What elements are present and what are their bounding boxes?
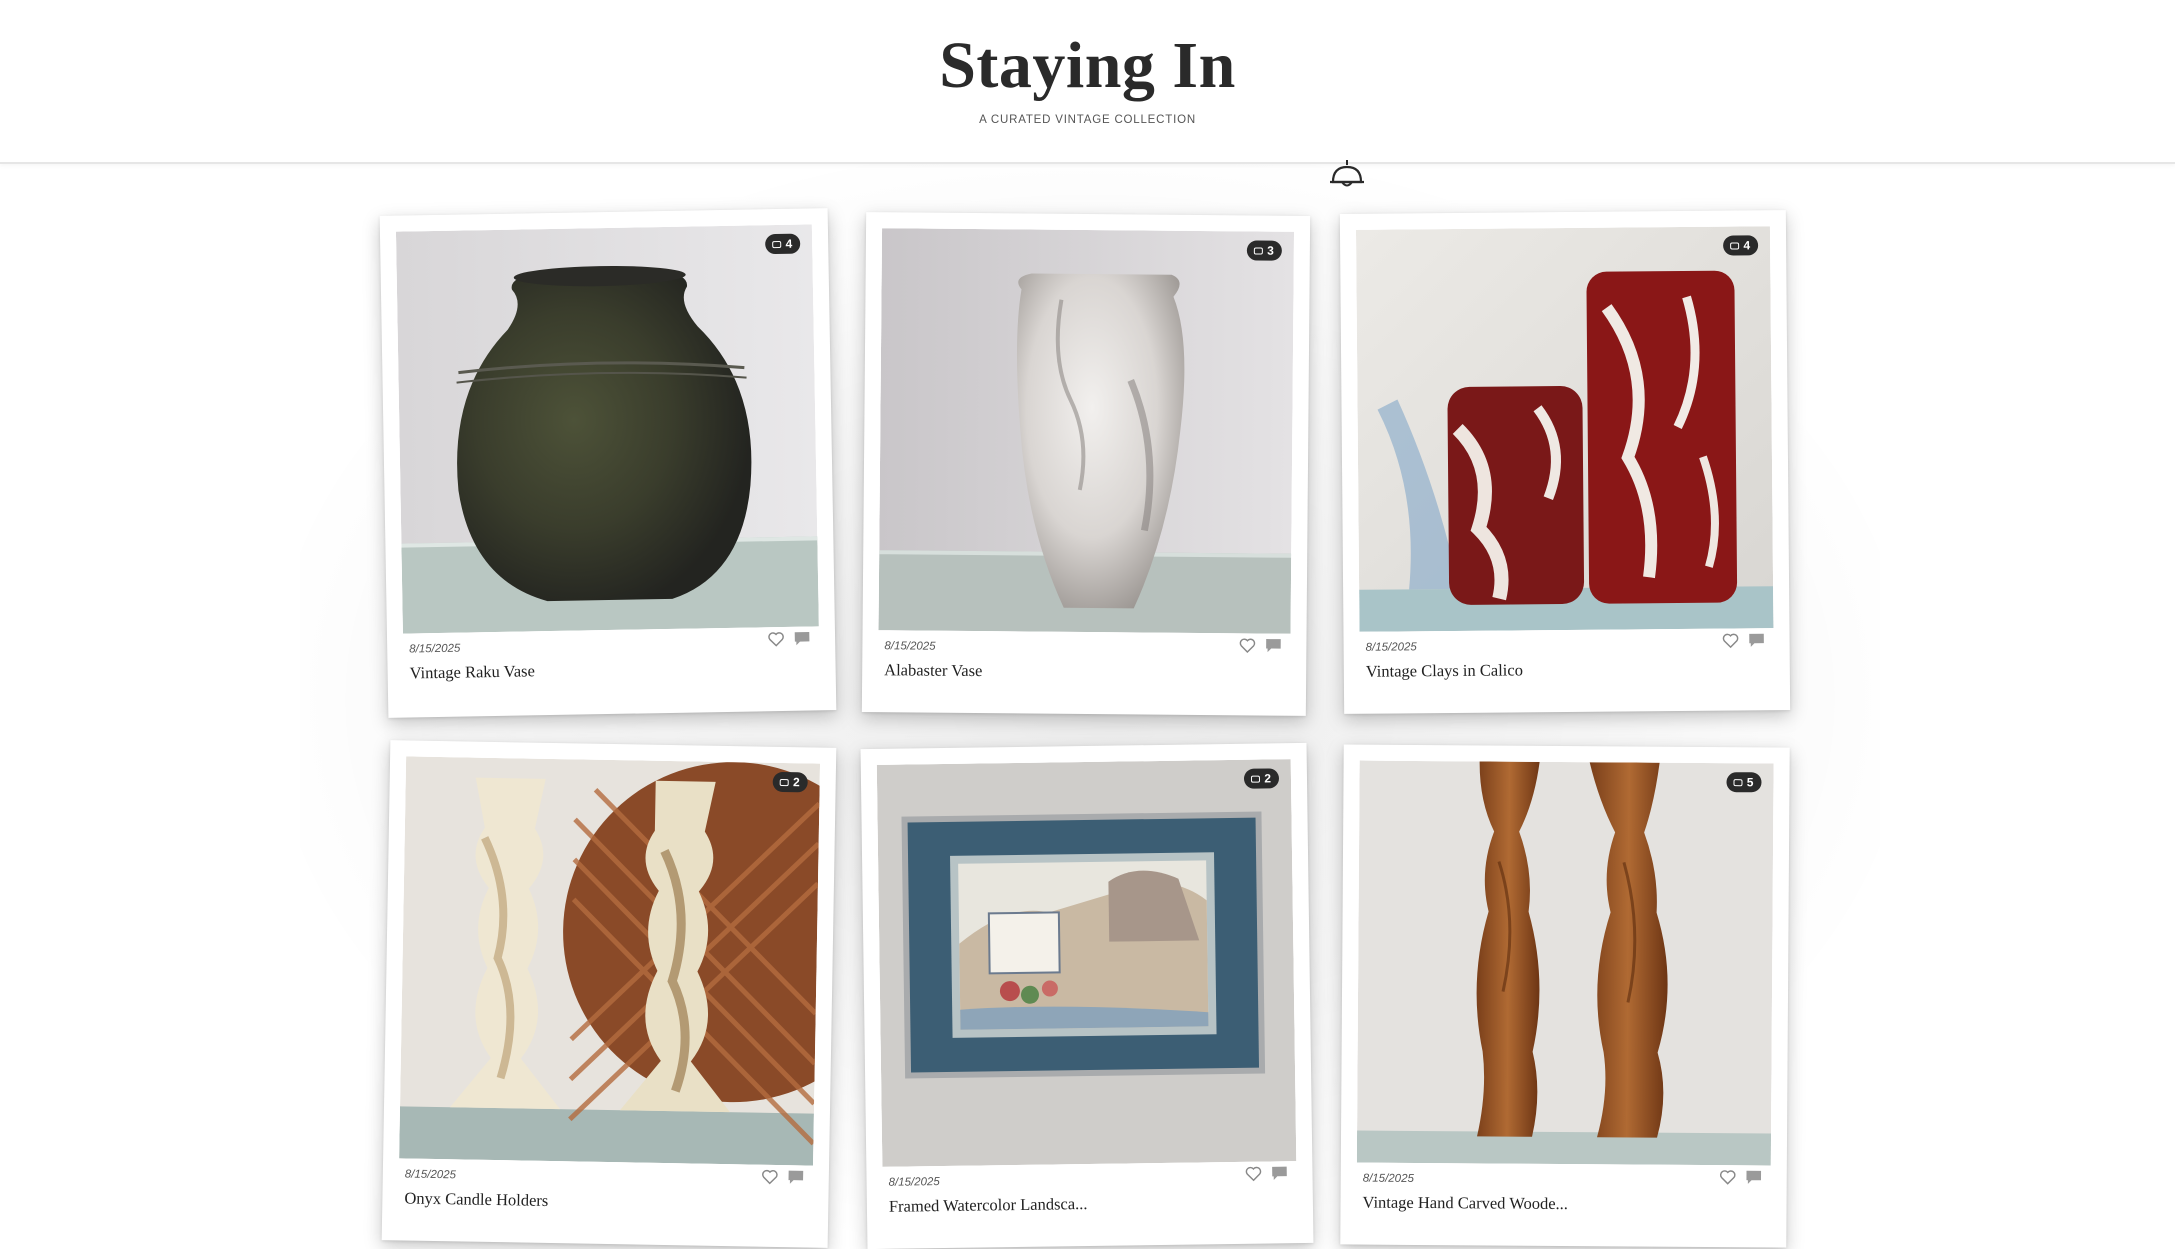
heart-outline-icon[interactable] bbox=[1244, 1166, 1262, 1182]
item-title[interactable]: Vintage Hand Carved Woode... bbox=[1362, 1193, 1568, 1214]
photo-count-badge: 2 bbox=[772, 771, 808, 793]
card-onyx-candle-holders[interactable]: 2 8/15/2025 Onyx Candle Holders bbox=[381, 740, 837, 1248]
heart-outline-icon[interactable] bbox=[767, 631, 785, 647]
item-date: 8/15/2025 bbox=[884, 640, 936, 653]
photo-vintage-hand-carved-wood[interactable]: 5 bbox=[1356, 760, 1774, 1166]
heart-outline-icon[interactable] bbox=[1719, 1169, 1737, 1185]
item-date: 8/15/2025 bbox=[888, 1176, 940, 1189]
card-vintage-clays-in-calico[interactable]: 4 8/15/2025 Vintage Clays in Calico bbox=[1339, 210, 1791, 714]
photo-count-badge: 4 bbox=[765, 233, 801, 255]
photo-count: 4 bbox=[785, 236, 793, 251]
speech-bubble-icon[interactable] bbox=[1270, 1165, 1288, 1181]
speech-bubble-icon[interactable] bbox=[1745, 1169, 1763, 1185]
card-framed-watercolor-landscape[interactable]: 2 8/15/2025 Framed Watercolor Landsca... bbox=[860, 742, 1314, 1249]
photo-stack-icon bbox=[1730, 241, 1740, 250]
photo-count-badge: 2 bbox=[1244, 768, 1280, 789]
photo-count: 2 bbox=[792, 775, 800, 790]
photo-count-badge: 5 bbox=[1726, 772, 1762, 793]
item-date: 8/15/2025 bbox=[1365, 641, 1417, 654]
speech-bubble-icon[interactable] bbox=[793, 630, 811, 646]
card-vintage-hand-carved-wood[interactable]: 5 8/15/2025 Vintage Hand Carved Woode... bbox=[1340, 744, 1790, 1248]
photo-stack-icon bbox=[1251, 775, 1261, 783]
photo-vintage-raku-vase[interactable]: 4 bbox=[395, 224, 819, 634]
item-date: 8/15/2025 bbox=[409, 642, 461, 656]
card-vintage-raku-vase[interactable]: 4 8/15/2025 Vintage Raku Vase bbox=[379, 208, 837, 718]
item-title[interactable]: Vintage Clays in Calico bbox=[1366, 660, 1523, 681]
photo-count-badge: 4 bbox=[1723, 235, 1759, 256]
photo-stack-icon bbox=[779, 778, 790, 786]
photo-count: 2 bbox=[1264, 771, 1272, 786]
photo-vintage-clays-in-calico[interactable]: 4 bbox=[1355, 226, 1774, 632]
site-header: Staying In A CURATED VINTAGE COLLECTION bbox=[0, 0, 2175, 164]
speech-bubble-icon[interactable] bbox=[1264, 638, 1282, 654]
photo-count-badge: 3 bbox=[1247, 240, 1282, 261]
site-title: Staying In bbox=[939, 29, 1236, 102]
heart-outline-icon[interactable] bbox=[1721, 632, 1739, 649]
photo-count: 4 bbox=[1743, 238, 1751, 253]
site-subtitle: A CURATED VINTAGE COLLECTION bbox=[979, 114, 1196, 126]
item-title[interactable]: Alabaster Vase bbox=[884, 660, 982, 681]
photo-alabaster-vase[interactable]: 3 bbox=[878, 228, 1295, 634]
speech-bubble-icon[interactable] bbox=[787, 1169, 805, 1185]
photo-stack-icon bbox=[1733, 778, 1743, 786]
photo-framed-watercolor-landscape[interactable]: 2 bbox=[876, 759, 1297, 1167]
item-title[interactable]: Onyx Candle Holders bbox=[404, 1188, 548, 1211]
speech-bubble-icon[interactable] bbox=[1747, 632, 1765, 648]
photo-stack-icon bbox=[1254, 246, 1264, 255]
item-date: 8/15/2025 bbox=[1362, 1172, 1414, 1185]
heart-outline-icon[interactable] bbox=[1238, 637, 1256, 653]
item-title[interactable]: Framed Watercolor Landsca... bbox=[889, 1194, 1088, 1217]
photo-stack-icon bbox=[772, 240, 782, 248]
photo-count: 5 bbox=[1746, 775, 1754, 790]
heart-outline-icon[interactable] bbox=[761, 1169, 779, 1185]
card-alabaster-vase[interactable]: 3 8/15/2025 Alabaster Vase bbox=[861, 212, 1311, 716]
ceiling-lamp-icon[interactable] bbox=[1328, 160, 1366, 190]
photo-count: 3 bbox=[1267, 243, 1274, 258]
item-date: 8/15/2025 bbox=[404, 1168, 457, 1182]
item-title[interactable]: Vintage Raku Vase bbox=[409, 661, 535, 683]
photo-onyx-candle-holders[interactable]: 2 bbox=[399, 756, 821, 1166]
